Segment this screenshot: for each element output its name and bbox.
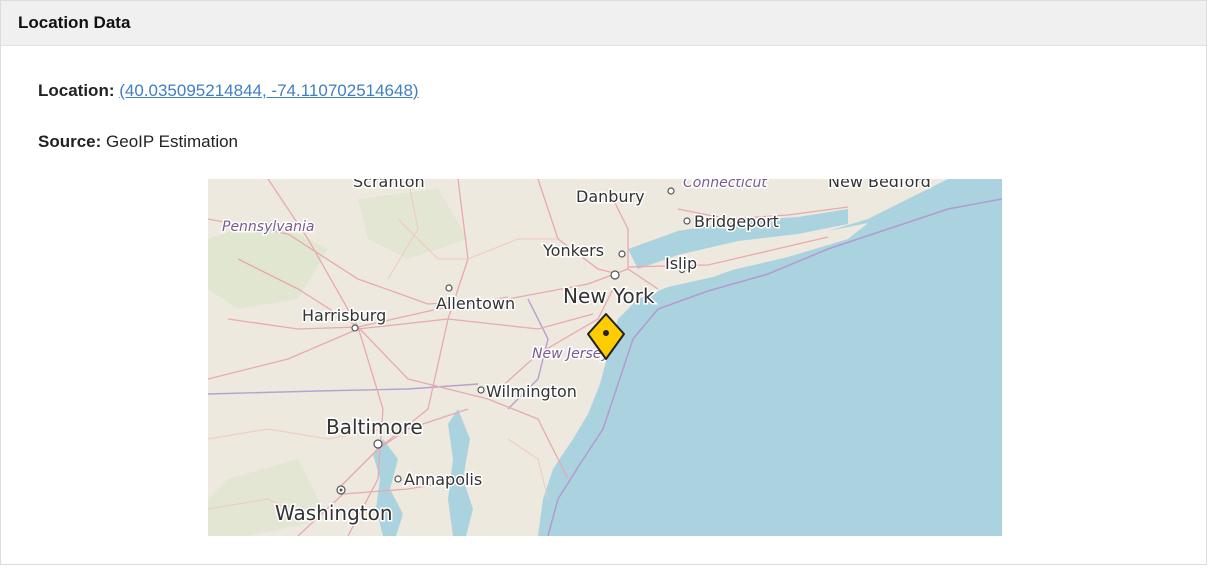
map-label-yonkers: Yonkers bbox=[542, 241, 604, 260]
source-value: GeoIP Estimation bbox=[106, 132, 239, 151]
map-label-new-bedford: New Bedford bbox=[828, 179, 931, 191]
map-label-washington: Washington bbox=[275, 501, 393, 525]
map-label-allentown: Allentown bbox=[436, 294, 515, 313]
location-row: Location: (40.035095214844, -74.11070251… bbox=[38, 81, 419, 101]
washington-capital-mark bbox=[339, 488, 343, 492]
panel-title: Location Data bbox=[1, 1, 1206, 46]
map-label-scranton: Scranton bbox=[353, 179, 425, 191]
location-coordinates-link[interactable]: (40.035095214844, -74.110702514648) bbox=[119, 81, 418, 100]
map-label-connecticut: Connecticut bbox=[683, 179, 767, 191]
location-data-panel: Location Data Location: (40.035095214844… bbox=[0, 0, 1207, 565]
map-label-baltimore: Baltimore bbox=[326, 415, 423, 439]
location-map[interactable]: Scranton Danbury Connecticut New Bedford… bbox=[208, 179, 1002, 536]
map-label-danbury: Danbury bbox=[576, 187, 645, 206]
location-label: Location: bbox=[38, 81, 115, 100]
allentown-dot bbox=[445, 284, 453, 292]
yonkers-dot bbox=[618, 250, 626, 258]
source-row: Source: GeoIP Estimation bbox=[38, 132, 238, 152]
baltimore-dot bbox=[373, 439, 383, 449]
map-label-annapolis: Annapolis bbox=[404, 470, 482, 489]
danbury-dot bbox=[667, 187, 675, 195]
map-label-harrisburg: Harrisburg bbox=[302, 306, 386, 325]
map-label-pennsylvania: Pennsylvania bbox=[222, 219, 314, 235]
map-label-wilmington: Wilmington bbox=[486, 382, 577, 401]
wilmington-dot bbox=[477, 386, 485, 394]
map-label-bridgeport: Bridgeport bbox=[694, 212, 779, 231]
harrisburg-dot bbox=[351, 324, 359, 332]
source-label: Source: bbox=[38, 132, 102, 151]
map-label-new-york: New York bbox=[563, 284, 655, 308]
annapolis-dot bbox=[394, 475, 402, 483]
new-york-dot bbox=[610, 270, 620, 280]
bridgeport-dot bbox=[683, 217, 691, 225]
map-label-islip: Islip bbox=[665, 254, 697, 273]
